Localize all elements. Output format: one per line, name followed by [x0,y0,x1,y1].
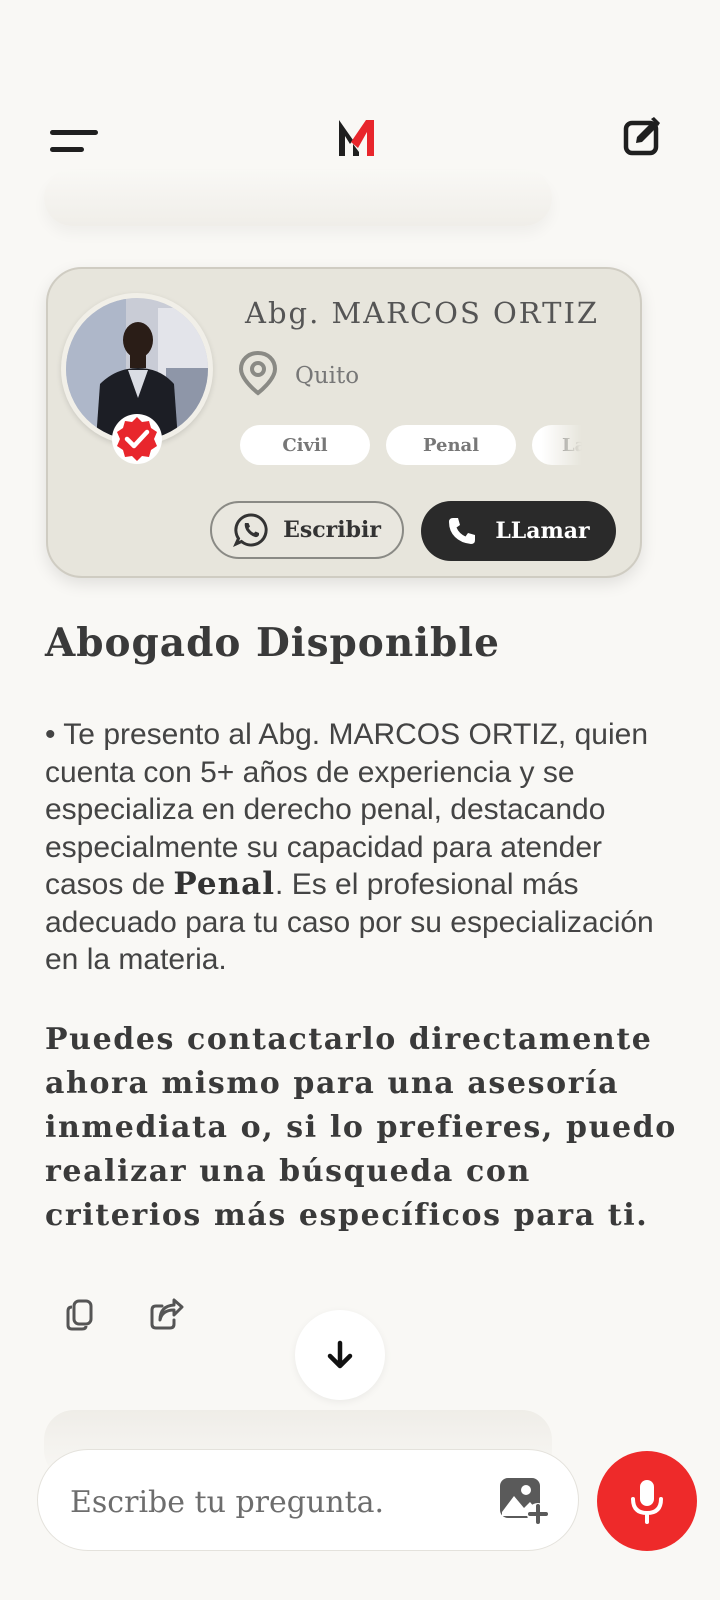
tag-civil[interactable]: Civil [240,425,370,465]
microphone-button[interactable] [597,1451,697,1551]
question-input[interactable] [68,1476,502,1528]
location-pin-icon [238,350,278,396]
whatsapp-icon [233,513,268,548]
share-icon[interactable] [148,1298,184,1332]
hamburger-menu-icon[interactable] [50,128,100,156]
specialty-tags: Civil Penal Laboral [240,425,582,467]
write-button-label: Escribir [283,517,381,543]
message-heading: Abogado Disponible [45,620,500,666]
scroll-down-button[interactable] [295,1310,385,1400]
tag-penal[interactable]: Penal [386,425,516,465]
tag-laboral[interactable]: Laboral [532,425,582,465]
whatsapp-write-button[interactable]: Escribir [210,501,404,559]
arrow-down-icon [327,1340,353,1369]
lawyer-name: Abg. MARCOS ORTIZ [245,296,600,330]
call-button-label: LLamar [495,518,590,544]
message-closing: Puedes contactarlo directamente ahora mi… [45,1022,677,1233]
add-image-icon[interactable] [498,1476,550,1526]
paragraph-bold-text: Penal [173,866,276,902]
message-paragraph: • Te presento al Abg. MARCOS ORTIZ, quie… [45,716,685,979]
copy-icon[interactable] [64,1298,98,1332]
m-monogram-logo [336,114,378,160]
call-button[interactable]: LLamar [421,501,616,561]
edit-icon[interactable] [622,117,662,157]
verified-badge-icon [111,413,163,465]
previous-message-card [44,170,552,226]
microphone-icon [631,1480,663,1524]
lawyer-location: Quito [295,363,360,389]
phone-icon [449,518,476,544]
